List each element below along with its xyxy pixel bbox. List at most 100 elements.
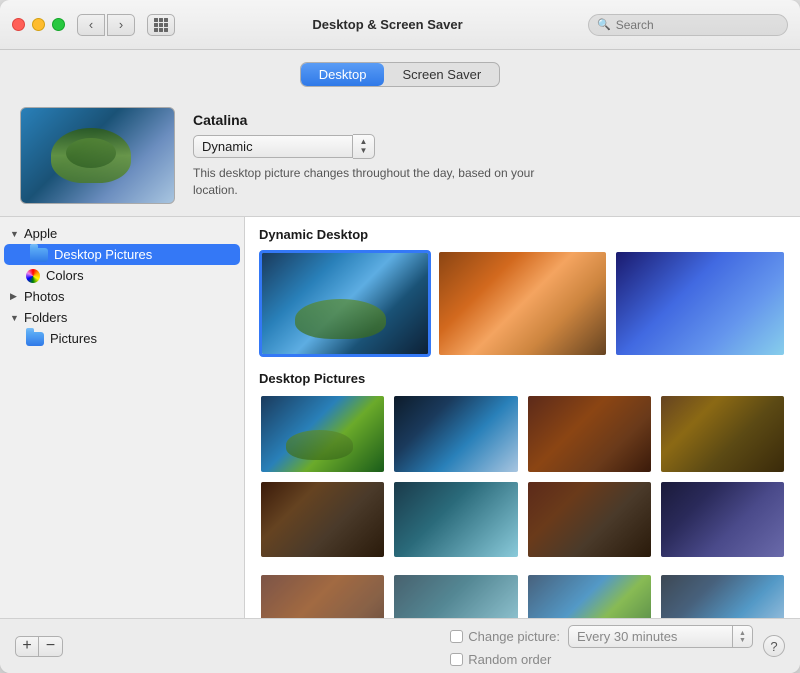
picture-thumb-8[interactable] (659, 480, 786, 560)
arrow-up-icon: ▲ (360, 138, 368, 146)
desktop-pictures-grid-partial (259, 573, 786, 618)
picture-thumb-1[interactable] (259, 394, 386, 474)
help-button[interactable]: ? (763, 635, 785, 657)
pic-image-9 (261, 575, 384, 618)
pictures-folder-icon (26, 332, 44, 346)
screen-saver-tab[interactable]: Screen Saver (384, 63, 499, 86)
titlebar: ‹ › Desktop & Screen Saver 🔍 (0, 0, 800, 50)
interval-dropdown[interactable]: Every 30 minutes Every 5 minutes Every h… (568, 625, 733, 648)
back-button[interactable]: ‹ (77, 14, 105, 36)
thumb-image-2 (439, 252, 607, 355)
grid-icon (154, 18, 168, 32)
style-dropdown[interactable]: Dynamic Light (Still) Dark (Still) (193, 135, 353, 158)
forward-button[interactable]: › (107, 14, 135, 36)
desktop-pictures-grid (259, 394, 786, 559)
add-remove-buttons: + − (15, 636, 63, 657)
segment-bar: Desktop Screen Saver (0, 50, 800, 97)
segment-control: Desktop Screen Saver (300, 62, 500, 87)
picture-thumb-12[interactable] (659, 573, 786, 618)
change-picture-row: Change picture: Every 30 minutes Every 5… (450, 625, 753, 648)
window-title: Desktop & Screen Saver (187, 17, 588, 32)
dynamic-desktop-title: Dynamic Desktop (259, 227, 786, 242)
style-dropdown-wrapper: Dynamic Light (Still) Dark (Still) ▲ ▼ (193, 134, 543, 159)
minimize-button[interactable] (32, 18, 45, 31)
interval-arrows[interactable]: ▲ ▼ (733, 625, 753, 648)
sidebar: ▼ Apple Desktop Pictures Colors ▶ Photos… (0, 217, 245, 618)
main-content: Catalina Dynamic Light (Still) Dark (Sti… (0, 97, 800, 618)
close-button[interactable] (12, 18, 25, 31)
bottom-bar: + − Change picture: Every 30 minutes Eve… (0, 618, 800, 673)
pic-image-11 (528, 575, 651, 618)
picture-thumb-11[interactable] (526, 573, 653, 618)
picture-thumb-4[interactable] (659, 394, 786, 474)
sidebar-item-desktop-pictures-label: Desktop Pictures (54, 247, 152, 262)
nav-buttons: ‹ › (77, 14, 135, 36)
picture-thumb-7[interactable] (526, 480, 653, 560)
sidebar-apple-header[interactable]: ▼ Apple (0, 223, 244, 244)
grid-view-button[interactable] (147, 14, 175, 36)
split-area: ▼ Apple Desktop Pictures Colors ▶ Photos… (0, 217, 800, 618)
pic-image-8 (661, 482, 784, 558)
pic-image-4 (661, 396, 784, 472)
search-input[interactable] (616, 18, 779, 32)
desktop-pictures-title: Desktop Pictures (259, 371, 786, 386)
sidebar-photos-header[interactable]: ▶ Photos (0, 286, 244, 307)
dynamic-thumb-1[interactable] (259, 250, 431, 357)
interval-up-icon: ▲ (739, 630, 746, 637)
preview-description: This desktop picture changes throughout … (193, 165, 543, 199)
maximize-button[interactable] (52, 18, 65, 31)
change-picture-label: Change picture: (468, 629, 560, 644)
remove-button[interactable]: − (39, 636, 63, 657)
sidebar-item-colors-label: Colors (46, 268, 84, 283)
preview-title: Catalina (193, 112, 543, 128)
pic-image-5 (261, 482, 384, 558)
folder-icon (30, 248, 48, 262)
change-picture-checkbox[interactable] (450, 630, 463, 643)
picture-thumb-6[interactable] (392, 480, 519, 560)
pic-image-7 (528, 482, 651, 558)
app-window: ‹ › Desktop & Screen Saver 🔍 Desktop Scr… (0, 0, 800, 673)
bottom-right-controls: Change picture: Every 30 minutes Every 5… (450, 625, 753, 667)
picture-thumb-2[interactable] (392, 394, 519, 474)
interval-dropdown-wrapper: Every 30 minutes Every 5 minutes Every h… (568, 625, 753, 648)
picture-thumb-9[interactable] (259, 573, 386, 618)
desktop-tab[interactable]: Desktop (301, 63, 385, 86)
sidebar-apple-label: Apple (24, 226, 57, 241)
search-box[interactable]: 🔍 (588, 14, 788, 36)
random-order-checkbox[interactable] (450, 653, 463, 666)
sidebar-folders-header[interactable]: ▼ Folders (0, 307, 244, 328)
random-order-label: Random order (468, 652, 551, 667)
preview-thumbnail (20, 107, 175, 204)
forward-icon: › (119, 17, 123, 32)
picture-thumb-3[interactable] (526, 394, 653, 474)
dynamic-thumb-2[interactable] (437, 250, 609, 357)
island-overlay (295, 299, 386, 340)
dynamic-desktop-grid (259, 250, 786, 357)
folders-arrow-icon: ▼ (10, 313, 20, 323)
preview-area: Catalina Dynamic Light (Still) Dark (Sti… (0, 97, 800, 217)
add-button[interactable]: + (15, 636, 39, 657)
random-order-row: Random order (450, 652, 753, 667)
sidebar-item-pictures[interactable]: Pictures (0, 328, 244, 349)
picture-thumb-10[interactable] (392, 573, 519, 618)
disclosure-arrow-icon: ▼ (10, 229, 20, 239)
gallery-area: Dynamic Desktop Desktop Pictures (245, 217, 800, 618)
arrow-down-icon: ▼ (360, 147, 368, 155)
colors-icon (26, 269, 40, 283)
interval-down-icon: ▼ (739, 637, 746, 644)
dynamic-thumb-3[interactable] (614, 250, 786, 357)
island-shape (51, 128, 131, 183)
traffic-lights (12, 18, 65, 31)
sidebar-item-desktop-pictures[interactable]: Desktop Pictures (4, 244, 240, 265)
sidebar-item-pictures-label: Pictures (50, 331, 97, 346)
back-icon: ‹ (89, 17, 93, 32)
thumb-image-1 (262, 253, 428, 354)
preview-info: Catalina Dynamic Light (Still) Dark (Sti… (193, 112, 543, 199)
dropdown-arrows[interactable]: ▲ ▼ (353, 134, 375, 159)
sidebar-photos-label: Photos (24, 289, 64, 304)
sidebar-folders-label: Folders (24, 310, 67, 325)
pic-image-10 (394, 575, 517, 618)
picture-thumb-5[interactable] (259, 480, 386, 560)
pic-image-2 (394, 396, 517, 472)
sidebar-item-colors[interactable]: Colors (0, 265, 244, 286)
